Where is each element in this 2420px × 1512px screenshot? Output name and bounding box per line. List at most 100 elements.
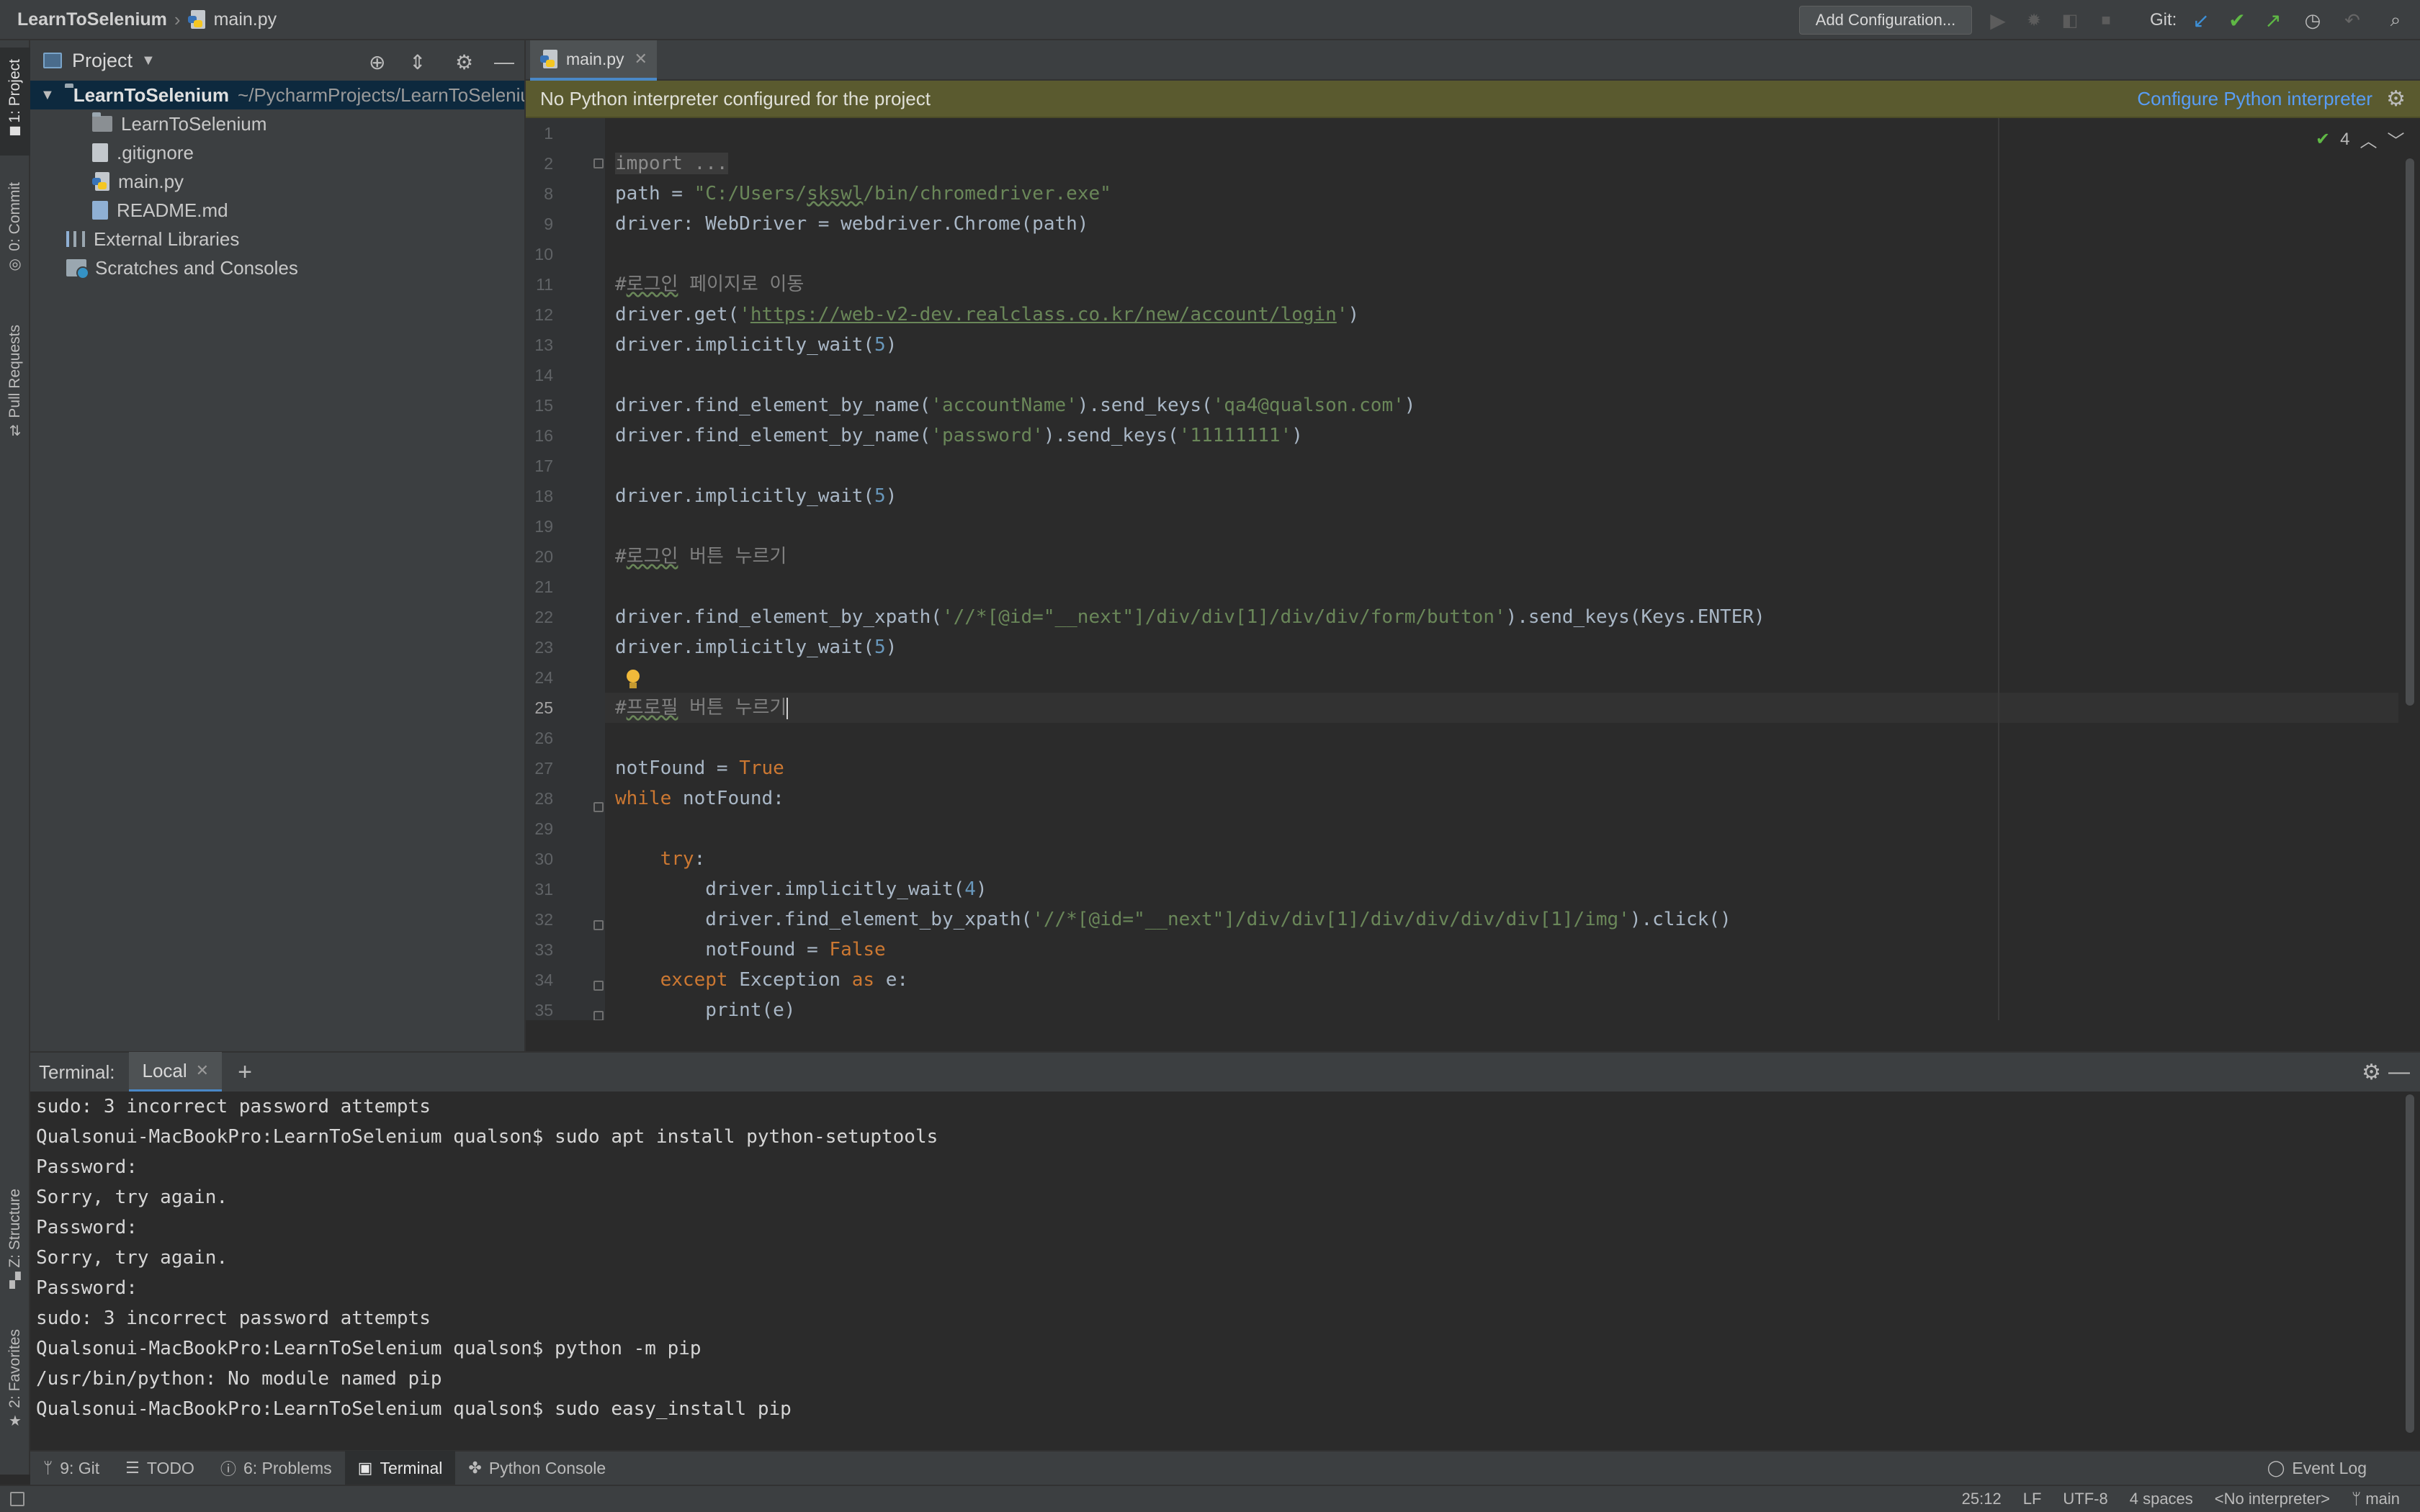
scrollbar-thumb[interactable] <box>2406 158 2414 706</box>
tool-tab-git[interactable]: ᛘ 9: Git <box>30 1451 112 1485</box>
terminal-line: Password: <box>36 1217 138 1238</box>
breadcrumb-separator-icon: › <box>174 8 181 30</box>
commit-icon: ◎ <box>9 256 22 273</box>
code-line: #로그인 버튼 누르기 <box>615 546 787 567</box>
tree-item-scratches[interactable]: Scratches and Consoles <box>30 253 524 282</box>
bottom-tool-tabs: ᛘ 9: Git ☰ TODO ⓘ 6: Problems ▣ Terminal… <box>30 1450 2420 1485</box>
info-icon: ⓘ <box>220 1460 236 1478</box>
hide-panel-icon[interactable]: — <box>494 50 514 73</box>
tool-tab-structure[interactable]: Z: Structure ▞ <box>0 1178 30 1300</box>
tool-tab-favorites[interactable]: 2: Favorites ★ <box>0 1315 30 1444</box>
editor-tab-main-py[interactable]: main.py ✕ <box>530 40 657 81</box>
git-rollback-icon[interactable]: ↶ <box>2341 9 2364 32</box>
code-line: driver.find_element_by_xpath('//*[@id="_… <box>615 606 1765 628</box>
terminal-line: Qualsonui-MacBookPro:LearnToSelenium qua… <box>36 1338 702 1359</box>
editor-scrollbar[interactable] <box>2398 118 2420 1020</box>
terminal-tab-label: Local <box>142 1059 187 1081</box>
debug-icon[interactable]: ✹ <box>2022 9 2045 32</box>
gitignore-file-icon <box>92 143 108 162</box>
caret-position[interactable]: 25:12 <box>1962 1490 2002 1508</box>
line-number: 29 <box>534 819 553 838</box>
line-number: 20 <box>534 547 553 566</box>
chevron-down-icon[interactable]: ﹀ <box>2387 127 2404 152</box>
tool-tab-python-console[interactable]: ✤ Python Console <box>455 1451 619 1485</box>
tool-tab-pull-requests[interactable]: Pull Requests ⇅ <box>0 307 30 458</box>
close-icon[interactable]: ✕ <box>196 1061 209 1080</box>
line-number: 19 <box>534 517 553 536</box>
indent-setting[interactable]: 4 spaces <box>2130 1490 2193 1508</box>
add-configuration-button[interactable]: Add Configuration... <box>1799 6 1972 35</box>
code-line: notFound = True <box>615 757 784 779</box>
file-encoding[interactable]: UTF-8 <box>2063 1490 2107 1508</box>
list-icon: ☰ <box>125 1459 140 1477</box>
inspection-widget[interactable]: ✔ 4 ︿ ﹀ <box>2316 127 2404 152</box>
tree-item-readme[interactable]: README.md <box>30 196 524 225</box>
git-update-icon[interactable]: ↙ <box>2190 9 2213 32</box>
chevron-down-icon[interactable]: ▼ <box>141 53 156 69</box>
tree-item-main-py[interactable]: main.py <box>30 167 524 196</box>
gear-icon[interactable]: ⚙ <box>455 50 473 74</box>
search-everywhere-icon[interactable]: ⌕ <box>2384 9 2407 32</box>
new-terminal-plus-icon[interactable]: + <box>238 1058 252 1086</box>
line-separator[interactable]: LF <box>2023 1490 2042 1508</box>
fold-marker-icon[interactable] <box>593 802 604 812</box>
tree-item-label: main.py <box>118 170 184 192</box>
line-number: 30 <box>534 850 553 868</box>
collapse-all-icon[interactable]: ⇕ <box>409 50 426 74</box>
stop-icon[interactable]: ■ <box>2094 9 2118 32</box>
line-number: 31 <box>534 880 553 899</box>
hide-panel-icon[interactable]: — <box>2388 1060 2410 1084</box>
code-line: except Exception as e: <box>660 969 909 991</box>
code-line: driver.find_element_by_name('accountName… <box>615 395 1416 416</box>
chevron-up-icon[interactable]: ︿ <box>2360 127 2377 152</box>
tool-tab-commit[interactable]: 0: Commit ◎ <box>0 170 30 285</box>
run-icon[interactable]: ▶ <box>1986 9 2009 32</box>
git-history-icon[interactable]: ◷ <box>2301 9 2324 32</box>
tree-item-label: README.md <box>117 199 228 221</box>
close-icon[interactable]: ✕ <box>635 50 647 68</box>
tree-item-label: External Libraries <box>94 228 240 250</box>
code-editor[interactable]: import ... path = "C:/Users/skswl/bin/ch… <box>605 118 2398 1020</box>
fold-marker-icon[interactable] <box>593 158 604 168</box>
tool-tab-project[interactable]: 1: Project ▀ <box>0 48 30 156</box>
terminal-scrollbar[interactable] <box>2406 1094 2414 1433</box>
lightbulb-icon[interactable] <box>625 670 641 691</box>
chevron-down-icon[interactable]: ▼ <box>40 87 55 104</box>
git-branch[interactable]: ᛘ main <box>2352 1490 2400 1508</box>
tree-item-external-libraries[interactable]: External Libraries <box>30 225 524 253</box>
git-commit-icon[interactable]: ✔ <box>2226 9 2249 32</box>
configure-interpreter-link[interactable]: Configure Python interpreter <box>2137 88 2372 110</box>
tool-tab-terminal[interactable]: ▣ Terminal <box>344 1451 456 1485</box>
tool-tab-todo[interactable]: ☰ TODO <box>112 1451 207 1485</box>
code-line: print(e) <box>615 999 796 1020</box>
breadcrumb-file[interactable]: main.py <box>214 9 277 30</box>
code-line: driver.implicitly_wait(4) <box>615 878 987 900</box>
fold-marker-icon[interactable] <box>593 1011 604 1020</box>
tree-item-folder[interactable]: LearnToSelenium <box>30 109 524 138</box>
code-line: #로그인 페이지로 이동 <box>615 274 805 295</box>
gear-icon[interactable]: ⚙ <box>2362 1060 2381 1085</box>
tree-item-gitignore[interactable]: .gitignore <box>30 138 524 167</box>
line-number: 13 <box>534 336 553 354</box>
navigation-bar: LearnToSelenium › main.py Add Configurat… <box>0 0 2420 40</box>
tool-tab-event-log[interactable]: ◯ Event Log <box>2254 1451 2380 1485</box>
code-line: while notFound: <box>615 788 784 809</box>
coverage-icon[interactable]: ◧ <box>2058 9 2081 32</box>
breadcrumb-project[interactable]: LearnToSelenium <box>17 9 167 30</box>
fold-marker-icon[interactable] <box>593 981 604 991</box>
line-number: 1 <box>544 124 553 143</box>
terminal-output[interactable]: sudo: 3 incorrect password attempts Quals… <box>30 1092 2420 1450</box>
event-log-icon: ◯ <box>2267 1459 2285 1477</box>
toggle-tool-windows-icon[interactable] <box>10 1492 24 1506</box>
tree-item-project-root[interactable]: ▼ LearnToSelenium ~/PycharmProjects/Lear… <box>30 81 524 109</box>
interpreter-status[interactable]: <No interpreter> <box>2215 1490 2330 1508</box>
fold-marker-icon[interactable] <box>593 920 604 930</box>
gear-icon[interactable]: ⚙ <box>2386 86 2406 112</box>
locate-file-icon[interactable]: ⊕ <box>369 50 385 74</box>
project-panel-title[interactable]: Project <box>72 50 133 72</box>
tool-tab-problems[interactable]: ⓘ 6: Problems <box>207 1451 345 1485</box>
python-file-icon <box>187 10 207 29</box>
git-push-icon[interactable]: ↗ <box>2262 9 2285 32</box>
terminal-tab-local[interactable]: Local ✕ <box>129 1052 223 1092</box>
line-number-gutter[interactable]: 1 2 8 9 10 11 12 13 14 15 16 17 18 19 20 21 22 23 24 25 26 27… <box>526 118 605 1020</box>
